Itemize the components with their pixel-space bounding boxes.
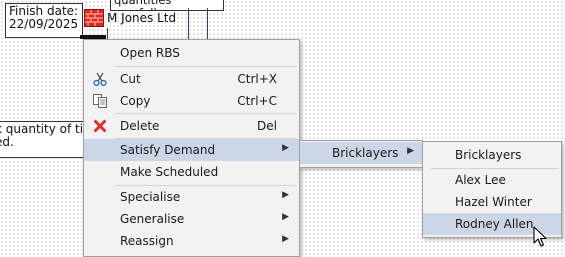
menu-item-label: Satisfy Demand — [120, 143, 216, 157]
menu-item-cut[interactable]: Cut Ctrl+X — [84, 68, 299, 90]
submenu-header-label: Bricklayers — [455, 148, 522, 162]
menu-item-delete[interactable]: Delete Del — [84, 115, 299, 137]
menu-item-label: Open RBS — [120, 46, 180, 60]
menu-item-satisfy-demand[interactable]: Satisfy Demand ▶ — [84, 139, 299, 161]
menu-item-generalise[interactable]: Generalise ▶ — [84, 208, 299, 230]
finish-date-callout: Finish date: 22/09/2025 — [5, 3, 83, 38]
submenu-arrow-icon: ▶ — [282, 190, 289, 200]
submenu-item-alex-lee[interactable]: Alex Lee — [423, 169, 561, 191]
menu-item-label: Generalise — [120, 212, 185, 226]
submenu-bricklayers: Bricklayers Alex Lee Hazel Winter Rodney… — [422, 141, 562, 238]
note-top-text: quantities carefully. — [114, 0, 172, 10]
menu-separator — [114, 66, 297, 67]
menu-item-shortcut: Del — [257, 119, 277, 133]
submenu-item-bricklayers[interactable]: Bricklayers ▶ — [300, 142, 422, 164]
note-callout-left: k quantity of tin ed. — [0, 121, 91, 158]
submenu-arrow-icon: ▶ — [282, 234, 289, 244]
brick-wall-icon[interactable] — [84, 9, 104, 27]
menu-item-open-rbs[interactable]: Open RBS — [84, 42, 299, 64]
submenu-arrow-icon: ▶ — [282, 212, 289, 222]
submenu-arrow-icon: ▶ — [282, 143, 289, 153]
note-left-line2: ed. — [0, 135, 14, 149]
menu-item-specialise[interactable]: Specialise ▶ — [84, 186, 299, 208]
submenu-satisfy-demand: Bricklayers ▶ — [299, 140, 423, 168]
delete-x-icon — [92, 118, 108, 134]
scissors-icon — [92, 71, 108, 87]
link-line — [188, 8, 189, 40]
menu-item-label: Make Scheduled — [120, 165, 219, 179]
submenu-arrow-icon: ▶ — [407, 146, 414, 156]
menu-item-shortcut: Ctrl+X — [237, 72, 277, 86]
submenu-item-label: Alex Lee — [455, 173, 506, 187]
submenu-item-hazel-winter[interactable]: Hazel Winter — [423, 191, 561, 213]
menu-item-label: Cut — [120, 72, 141, 86]
menu-item-label: Reassign — [120, 234, 174, 248]
submenu-item-label: Bricklayers — [332, 146, 399, 160]
link-line — [207, 8, 208, 40]
menu-item-label: Specialise — [120, 190, 181, 204]
task-resource-label[interactable]: M Jones Ltd — [107, 11, 176, 25]
copy-icon — [92, 93, 108, 109]
submenu-header-bricklayers[interactable]: Bricklayers — [423, 144, 561, 166]
submenu-item-label: Hazel Winter — [455, 195, 532, 209]
menu-item-reassign[interactable]: Reassign ▶ — [84, 230, 299, 252]
menu-item-label: Delete — [120, 119, 160, 133]
menu-item-make-scheduled[interactable]: Make Scheduled — [84, 161, 299, 183]
submenu-item-label: Rodney Allen — [455, 217, 534, 231]
menu-item-shortcut: Ctrl+C — [237, 94, 277, 108]
menu-item-label: Copy — [120, 94, 151, 108]
context-menu: Open RBS Cut Ctrl+X Copy Ctrl+C Delete D… — [83, 39, 300, 257]
mouse-pointer-icon — [533, 226, 549, 248]
menu-separator — [114, 113, 297, 114]
menu-item-copy[interactable]: Copy Ctrl+C — [84, 90, 299, 112]
finish-date-value: 22/09/2025 — [9, 17, 79, 31]
